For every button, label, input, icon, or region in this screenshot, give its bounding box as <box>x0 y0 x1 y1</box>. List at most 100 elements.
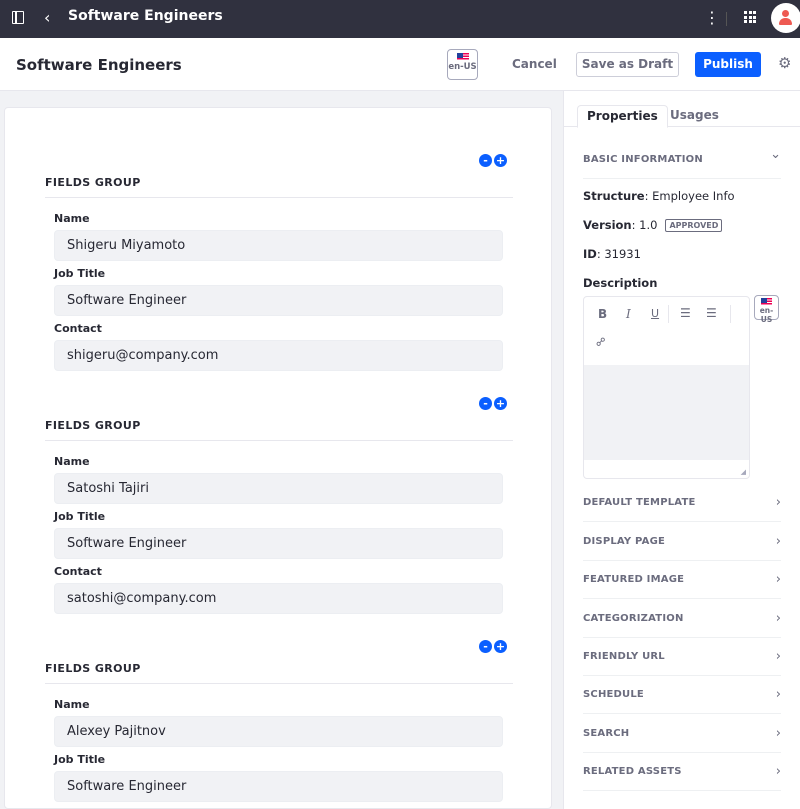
user-avatar-icon[interactable] <box>771 3 800 33</box>
link-icon[interactable]: ⚯ <box>593 333 610 350</box>
contact-field: Contact shigeru@company.com <box>54 322 503 371</box>
back-chevron-icon[interactable]: ‹ <box>44 8 50 27</box>
job-title-field: Job Title Software Engineer <box>54 510 503 559</box>
chevron-right-icon: › <box>775 495 781 510</box>
divider <box>726 12 727 26</box>
section-schedule[interactable]: SCHEDULE › <box>583 679 781 714</box>
description-language-button[interactable]: en-US <box>754 295 779 324</box>
underline-icon[interactable]: U <box>651 307 659 320</box>
name-input[interactable]: Shigeru Miyamoto <box>54 230 503 261</box>
contact-input[interactable]: shigeru@company.com <box>54 340 503 371</box>
chevron-right-icon: › <box>775 534 781 549</box>
group-title: FIELDS GROUP <box>45 662 141 675</box>
field-label: Job Title <box>54 753 106 766</box>
add-group-button[interactable]: + <box>494 640 507 653</box>
job-title-input[interactable]: Software Engineer <box>54 528 503 559</box>
id-value: : 31931 <box>596 247 641 261</box>
chevron-right-icon: › <box>775 611 781 626</box>
tab-usages[interactable]: Usages <box>661 105 728 127</box>
properties-sidebar: Properties Usages BASIC INFORMATION ⌄ St… <box>563 91 800 809</box>
add-group-button[interactable]: + <box>494 154 507 167</box>
section-related-assets[interactable]: RELATED ASSETS › <box>583 756 781 791</box>
divider <box>45 440 513 441</box>
kebab-menu-icon[interactable]: ⋮ <box>704 8 720 27</box>
section-label: BASIC INFORMATION <box>583 154 703 165</box>
section-default-template[interactable]: DEFAULT TEMPLATE › <box>583 487 781 522</box>
chevron-right-icon: › <box>775 687 781 702</box>
name-field: Name Shigeru Miyamoto <box>54 212 503 261</box>
section-categorization[interactable]: CATEGORIZATION › <box>583 603 781 638</box>
job-title-field: Job Title Software Engineer <box>54 267 503 316</box>
name-field: Name Alexey Pajitnov <box>54 698 503 747</box>
description-label-row: Description <box>583 276 657 290</box>
sidebar-tabs: Properties Usages <box>564 105 800 128</box>
sidebar-toggle-icon[interactable] <box>12 11 24 24</box>
field-label: Name <box>54 698 90 711</box>
description-textarea[interactable] <box>584 365 749 460</box>
section-label: SEARCH <box>583 728 630 739</box>
remove-group-button[interactable]: - <box>479 640 492 653</box>
gear-icon[interactable]: ⚙ <box>778 54 791 72</box>
section-label: RELATED ASSETS <box>583 766 682 777</box>
divider <box>668 305 669 323</box>
chevron-right-icon: › <box>775 726 781 741</box>
field-label: Name <box>54 212 90 225</box>
remove-group-button[interactable]: - <box>479 397 492 410</box>
id-info: ID: 31931 <box>583 247 641 261</box>
job-title-input[interactable]: Software Engineer <box>54 771 503 802</box>
structure-label: Structure <box>583 189 645 203</box>
us-flag-icon <box>761 298 772 305</box>
group-title: FIELDS GROUP <box>45 419 141 432</box>
divider <box>730 305 731 323</box>
bold-icon[interactable]: B <box>598 307 607 321</box>
resize-handle-icon[interactable]: ◢ <box>741 468 746 476</box>
field-label: Job Title <box>54 510 106 523</box>
publish-button[interactable]: Publish <box>695 52 761 77</box>
section-friendly-url[interactable]: FRIENDLY URL › <box>583 641 781 676</box>
page-title: Software Engineers <box>16 56 182 74</box>
ordered-list-icon[interactable]: ☰ <box>680 306 691 320</box>
section-label: FRIENDLY URL <box>583 651 665 662</box>
chevron-right-icon: › <box>775 764 781 779</box>
contact-field: Contact satoshi@company.com <box>54 565 503 614</box>
id-label: ID <box>583 247 597 261</box>
cancel-button[interactable]: Cancel <box>512 57 557 71</box>
content-form: - + FIELDS GROUP Name Shigeru Miyamoto Job… <box>4 107 552 809</box>
field-label: Name <box>54 455 90 468</box>
language-selector-button[interactable]: en-US <box>447 49 478 80</box>
field-label: Contact <box>54 322 102 335</box>
add-group-button[interactable]: + <box>494 397 507 410</box>
unordered-list-icon[interactable]: ☰ <box>706 306 717 320</box>
section-label: DEFAULT TEMPLATE <box>583 497 696 508</box>
tab-properties[interactable]: Properties <box>577 105 668 128</box>
top-navigation-bar: ‹ Software Engineers ⋮ <box>0 0 800 38</box>
remove-group-button[interactable]: - <box>479 154 492 167</box>
name-input[interactable]: Alexey Pajitnov <box>54 716 503 747</box>
job-title-input[interactable]: Software Engineer <box>54 285 503 316</box>
chevron-down-icon: ⌄ <box>770 147 781 162</box>
basic-information-header[interactable]: BASIC INFORMATION ⌄ <box>583 144 781 179</box>
section-label: SCHEDULE <box>583 689 644 700</box>
chevron-right-icon: › <box>775 649 781 664</box>
save-as-draft-button[interactable]: Save as Draft <box>576 52 679 77</box>
section-display-page[interactable]: DISPLAY PAGE › <box>583 526 781 561</box>
job-title-field: Job Title Software Engineer <box>54 753 503 802</box>
section-label: FEATURED IMAGE <box>583 574 685 585</box>
section-search[interactable]: SEARCH › <box>583 718 781 753</box>
group-title: FIELDS GROUP <box>45 176 141 189</box>
status-badge: APPROVED <box>665 219 723 232</box>
contact-input[interactable]: satoshi@company.com <box>54 583 503 614</box>
page-header: Software Engineers en-US Cancel Save as … <box>0 38 800 91</box>
name-field: Name Satoshi Tajiri <box>54 455 503 504</box>
version-value: : 1.0 <box>631 218 658 232</box>
description-editor: B I U ☰ ☰ ⚯ ◢ <box>583 296 750 479</box>
section-label: CATEGORIZATION <box>583 613 684 624</box>
italic-icon[interactable]: I <box>626 307 631 321</box>
app-title: Software Engineers <box>68 8 223 24</box>
chevron-right-icon: › <box>775 572 781 587</box>
name-input[interactable]: Satoshi Tajiri <box>54 473 503 504</box>
field-label: Job Title <box>54 267 106 280</box>
section-featured-image[interactable]: FEATURED IMAGE › <box>583 564 781 599</box>
structure-info: Structure: Employee Info <box>583 189 735 203</box>
apps-grid-icon[interactable] <box>744 11 756 23</box>
